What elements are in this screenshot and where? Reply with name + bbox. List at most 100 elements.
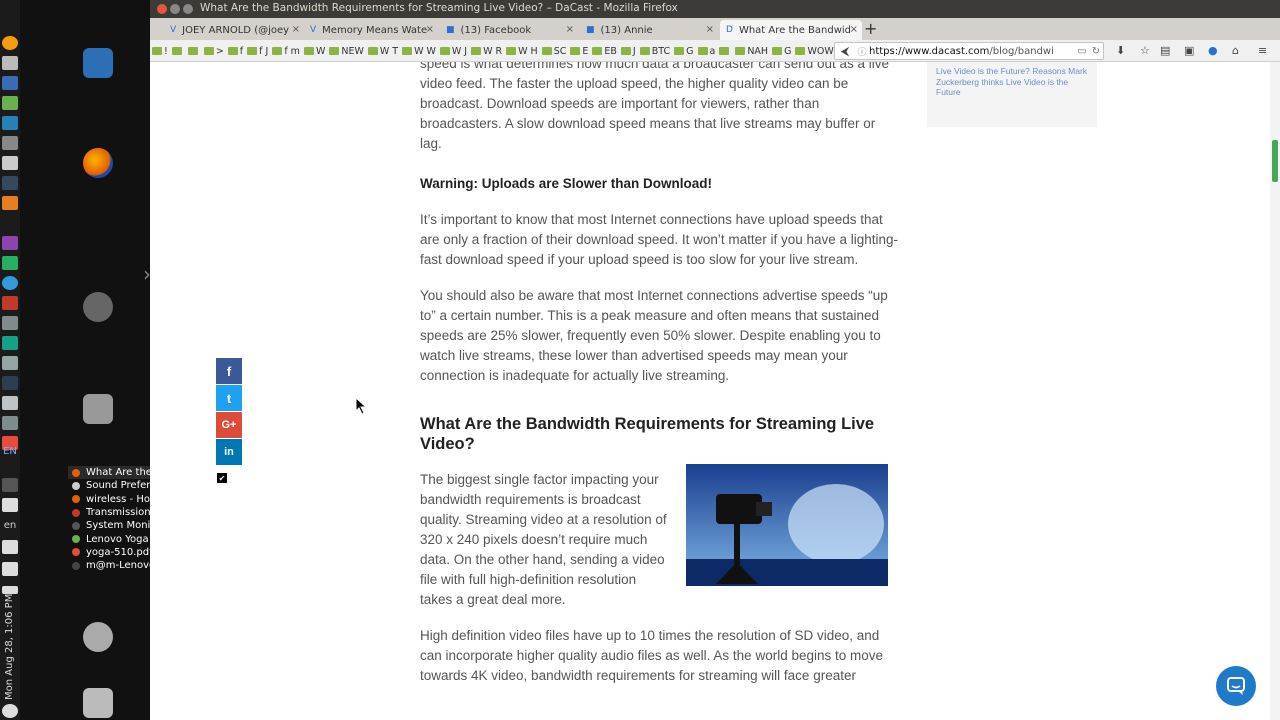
transmission-icon[interactable] <box>2 296 18 310</box>
close-tab-icon[interactable]: × <box>850 24 858 35</box>
title-bar[interactable]: What Are the Bandwidth Requirements for … <box>150 0 1280 18</box>
minimize-window-button[interactable] <box>170 4 180 14</box>
tab[interactable]: V JOEY ARNOLD (@joey × <box>164 20 304 40</box>
close-tab-icon[interactable]: × <box>566 24 574 35</box>
close-tab-icon[interactable]: × <box>706 24 714 35</box>
monitor-icon[interactable] <box>2 316 18 330</box>
bookmark-item[interactable]: BTC <box>639 46 670 57</box>
keyboard-layout-indicator[interactable]: EN <box>1 446 19 457</box>
related-post-link[interactable]: Live Video is the Future? Reasons Mark Z… <box>936 66 1094 98</box>
site-info-icon[interactable]: ⓘ <box>855 45 869 58</box>
checkbox-icon[interactable]: ✔ <box>217 473 227 483</box>
extension-icon[interactable]: ● <box>1208 44 1218 57</box>
bookmark-item[interactable]: EB <box>592 46 617 57</box>
app-icon[interactable] <box>2 236 18 250</box>
url-text[interactable]: https://www.dacast.com/blog/bandwi <box>869 46 1075 57</box>
game-icon[interactable] <box>2 376 18 390</box>
grid-icon[interactable] <box>2 116 18 130</box>
trash-icon[interactable] <box>83 688 113 718</box>
bookmark-item[interactable]: NAH <box>735 46 768 57</box>
bookmark-item[interactable]: G <box>674 46 694 57</box>
tab[interactable]: D What Are the Bandwid × <box>720 20 862 40</box>
maximize-window-button[interactable] <box>183 4 193 14</box>
twitter-share-button[interactable]: t <box>216 385 242 411</box>
writer-document-icon[interactable] <box>83 48 113 78</box>
tab[interactable]: V Memory Means Wate × <box>304 20 438 40</box>
bookmark-item[interactable]: NEW <box>329 46 364 57</box>
menu-icon[interactable]: ≡ <box>1258 44 1267 57</box>
bookmark-item[interactable]: W H <box>506 46 538 57</box>
bookmark-item[interactable]: f <box>227 46 243 57</box>
notes-icon[interactable] <box>2 156 18 170</box>
document-icon[interactable] <box>2 56 18 70</box>
close-window-button[interactable] <box>157 4 167 14</box>
chrome-icon[interactable] <box>2 276 18 290</box>
bookmark-item[interactable]: a <box>697 45 716 57</box>
calendar-icon[interactable] <box>2 76 18 90</box>
close-tab-icon[interactable]: × <box>426 24 434 35</box>
files-icon[interactable] <box>2 136 18 150</box>
new-tab-button[interactable]: + <box>864 19 877 38</box>
download-icon[interactable]: ⬇ <box>1116 44 1125 57</box>
volume-icon[interactable] <box>2 562 18 576</box>
bookmark-item[interactable] <box>719 47 731 55</box>
bookmark-item[interactable]: > <box>203 46 224 57</box>
power-icon[interactable] <box>2 704 18 718</box>
disk-icon[interactable] <box>2 396 18 410</box>
terminal-icon[interactable] <box>2 176 18 190</box>
navigation-toolbar: ! > f f J f m W NEW W T W W W J W R W H SC E EB J BTC Ga N… <box>150 40 1280 62</box>
ubuntu-icon[interactable] <box>83 292 113 322</box>
display-icon[interactable] <box>2 416 18 430</box>
tab[interactable]: ■ (13) Annie × <box>580 20 718 40</box>
archive-icon[interactable] <box>83 394 113 424</box>
map-icon[interactable] <box>2 256 18 270</box>
url-bar[interactable]: ⮜ ⓘ https://www.dacast.com/blog/bandwi ▭… <box>834 42 1104 60</box>
bookmark-item[interactable] <box>187 47 200 55</box>
bookmark-item[interactable]: W J <box>439 46 467 57</box>
bookmark-item[interactable]: WOW <box>795 46 834 57</box>
page-scrollbar[interactable] <box>1270 62 1280 720</box>
bookmark-item[interactable]: f J <box>247 46 268 57</box>
facebook-share-button[interactable]: f <box>216 358 242 384</box>
bookmark-item[interactable]: G <box>772 46 791 57</box>
upload-icon[interactable] <box>2 498 18 512</box>
language-indicator[interactable]: en <box>1 520 19 531</box>
home-icon[interactable]: ⌂ <box>1232 44 1239 57</box>
scrollbar-thumb[interactable] <box>1272 140 1278 182</box>
chat-support-button[interactable] <box>1216 666 1256 706</box>
network-icon[interactable] <box>2 336 18 350</box>
spreadsheet-icon[interactable] <box>2 96 18 110</box>
bookmark-item[interactable]: W W <box>402 46 436 57</box>
bookmark-item[interactable]: W R <box>471 46 502 57</box>
bookmark-item[interactable]: ! <box>152 46 168 57</box>
bitcoin-icon[interactable] <box>2 36 18 50</box>
tab[interactable]: ■ (13) Facebook × <box>440 20 578 40</box>
bookmark-label: ! <box>164 45 168 57</box>
close-tab-icon[interactable]: × <box>292 24 300 35</box>
library-icon[interactable]: ▤ <box>1160 44 1170 57</box>
google-plus-share-button[interactable]: G+ <box>216 412 242 438</box>
pocket-icon[interactable]: ▣ <box>1184 44 1194 57</box>
bookmark-star-icon[interactable]: ☆ <box>1140 44 1150 57</box>
accessibility-icon[interactable] <box>2 540 18 554</box>
bookmark-item[interactable]: J <box>620 46 636 57</box>
bookmark-label: a <box>709 45 716 57</box>
bookmark-folder-icon <box>639 47 650 55</box>
bookmark-folder-icon <box>719 47 730 55</box>
settings-icon[interactable] <box>2 356 18 370</box>
firefox-tray-icon[interactable] <box>2 196 18 210</box>
back-icon[interactable]: ⮜ <box>835 44 855 59</box>
clock[interactable]: Mon Aug 28, 1:06 PM <box>0 594 20 700</box>
reload-icon[interactable]: ↻ <box>1089 46 1103 57</box>
bookmark-item[interactable] <box>171 47 184 55</box>
bookmark-item[interactable]: f m <box>272 46 300 57</box>
bookmark-item[interactable]: E <box>570 46 588 57</box>
wifi-icon[interactable] <box>2 478 18 492</box>
bookmark-item[interactable]: W T <box>367 46 398 57</box>
user-logout-icon[interactable] <box>83 622 113 652</box>
bookmark-item[interactable]: W <box>303 46 325 57</box>
linkedin-share-button[interactable]: in <box>216 439 242 465</box>
bookmark-item[interactable]: SC <box>541 46 566 57</box>
reader-view-icon[interactable]: ▭ <box>1075 46 1089 57</box>
firefox-icon[interactable] <box>83 148 113 178</box>
